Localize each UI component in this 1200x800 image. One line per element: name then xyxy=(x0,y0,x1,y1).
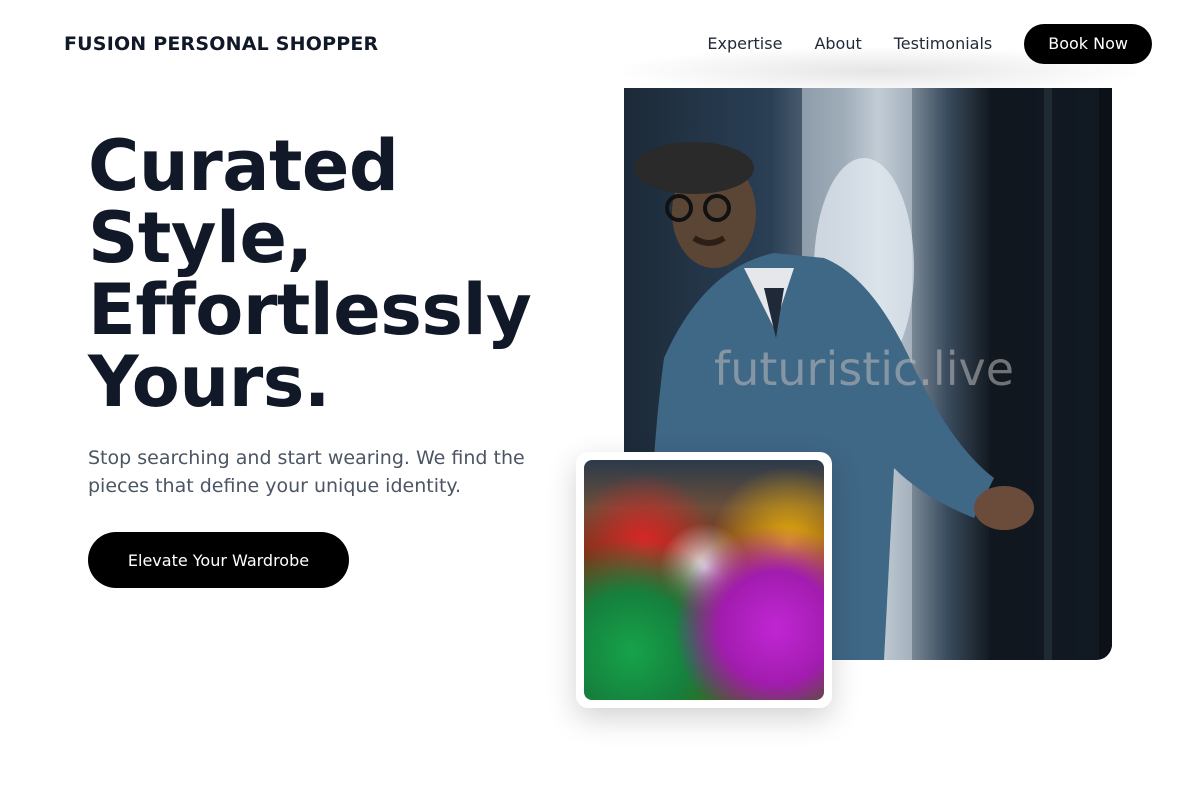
hero-subtitle: Stop searching and start wearing. We fin… xyxy=(88,447,525,497)
colorful-candy-pile-photo xyxy=(584,460,824,700)
hero-title: Curated Style, Effortlessly Yours. xyxy=(88,130,568,418)
image-watermark: futuristic.live xyxy=(714,342,1015,396)
hero-title-line: Style, xyxy=(88,197,313,279)
brand-logo[interactable]: FUSION PERSONAL SHOPPER xyxy=(64,33,378,55)
hero-title-line: Effortlessly xyxy=(88,269,532,351)
inset-photo-card xyxy=(576,452,832,708)
hero-title-line: Curated xyxy=(88,125,399,207)
hero-title-line: Yours. xyxy=(88,341,330,423)
elevate-wardrobe-button[interactable]: Elevate Your Wardrobe xyxy=(88,532,349,588)
